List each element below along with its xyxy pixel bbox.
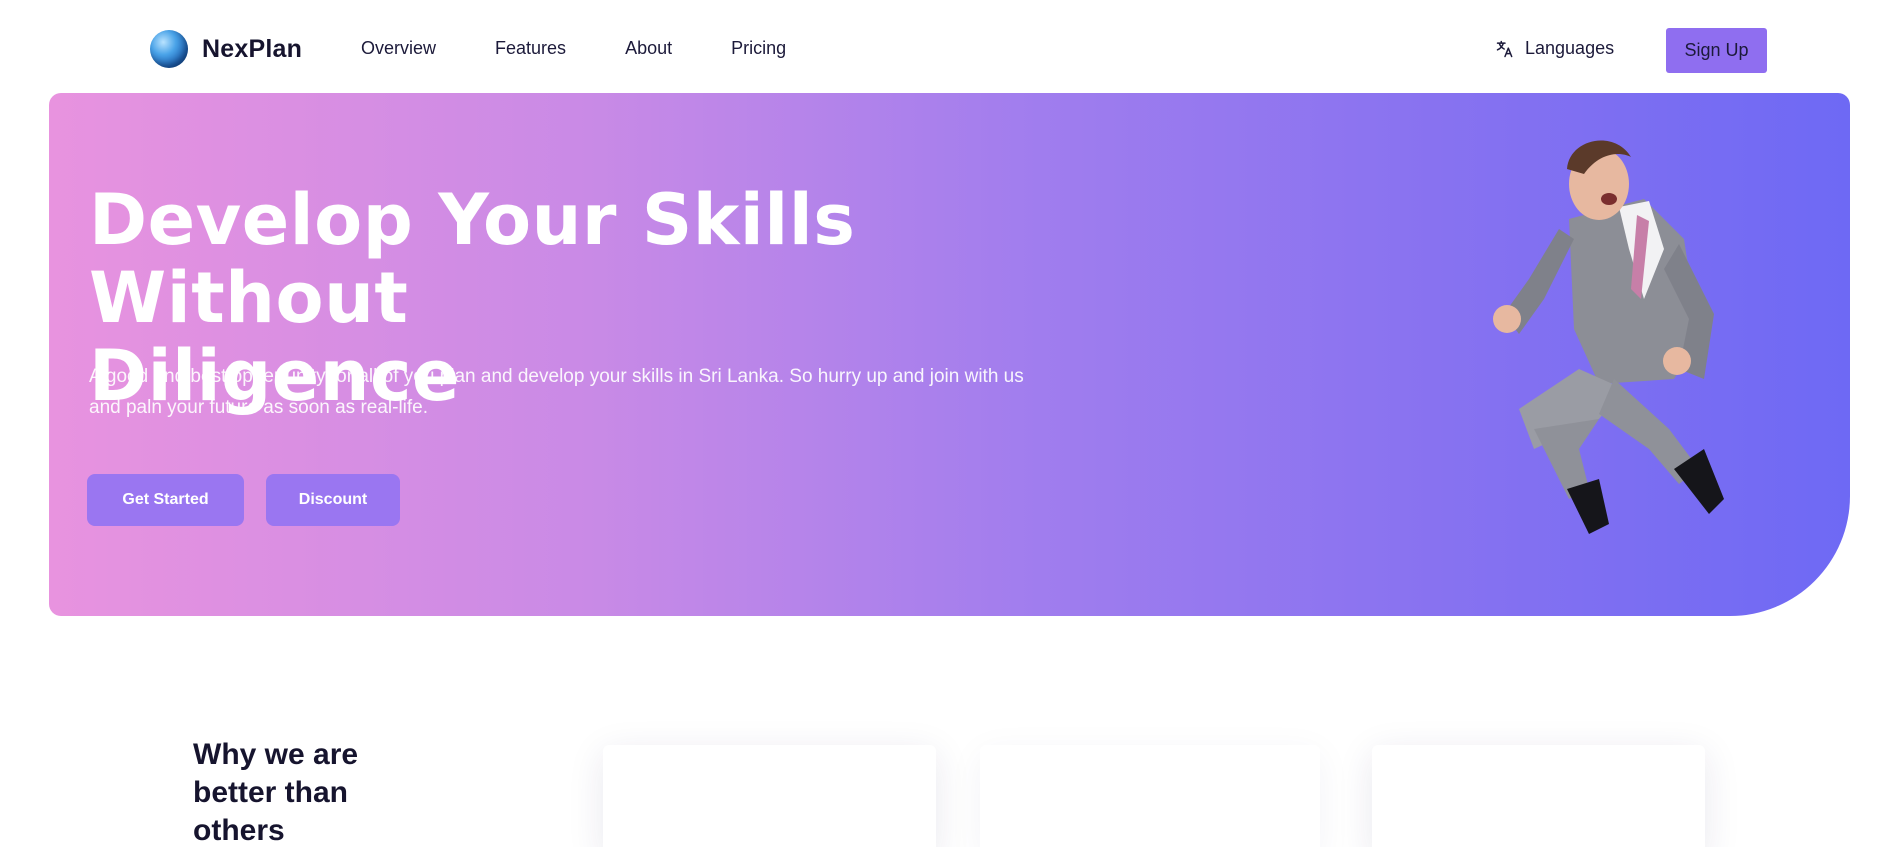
languages-label: Languages [1525, 38, 1615, 58]
hero-subtitle-line-1: A good and best oppertunity for all of y… [89, 366, 1024, 387]
brand-name: NexPlan [202, 34, 303, 63]
hero-subtitle: A good and best oppertunity for all of y… [89, 361, 1129, 423]
landing-page: NexPlan Overview Features About Pricing … [0, 0, 1893, 847]
nav-link-about[interactable]: About [625, 38, 672, 59]
nav-link-overview[interactable]: Overview [361, 38, 436, 59]
why-heading: Why we are better than others [193, 736, 413, 847]
globe-icon [150, 30, 188, 68]
feature-card [603, 745, 936, 847]
hero-title-line-1: Develop Your Skills Without [89, 179, 856, 339]
why-heading-line-3: others [193, 814, 285, 847]
languages-selector[interactable]: Languages [1495, 38, 1614, 59]
feature-card [1372, 745, 1705, 847]
discount-button[interactable]: Discount [266, 474, 400, 526]
hero-banner: Develop Your Skills Without Diligence A … [49, 93, 1850, 616]
feature-card [980, 745, 1320, 847]
why-heading-line-1: Why we are [193, 738, 359, 771]
brand-logo-link[interactable]: NexPlan [150, 30, 302, 68]
jumping-businessman-image [1493, 140, 1724, 534]
nav-link-pricing[interactable]: Pricing [731, 38, 786, 59]
sign-up-button[interactable]: Sign Up [1666, 28, 1767, 73]
why-heading-line-2: better than [193, 776, 349, 809]
hero-subtitle-line-2: and paln your future as soon as real-lif… [89, 397, 429, 418]
translate-icon [1496, 40, 1513, 57]
primary-nav: Overview Features About Pricing [361, 38, 786, 59]
nav-link-features[interactable]: Features [495, 38, 566, 59]
top-navbar: NexPlan Overview Features About Pricing … [0, 0, 1893, 92]
get-started-button[interactable]: Get Started [87, 474, 244, 526]
